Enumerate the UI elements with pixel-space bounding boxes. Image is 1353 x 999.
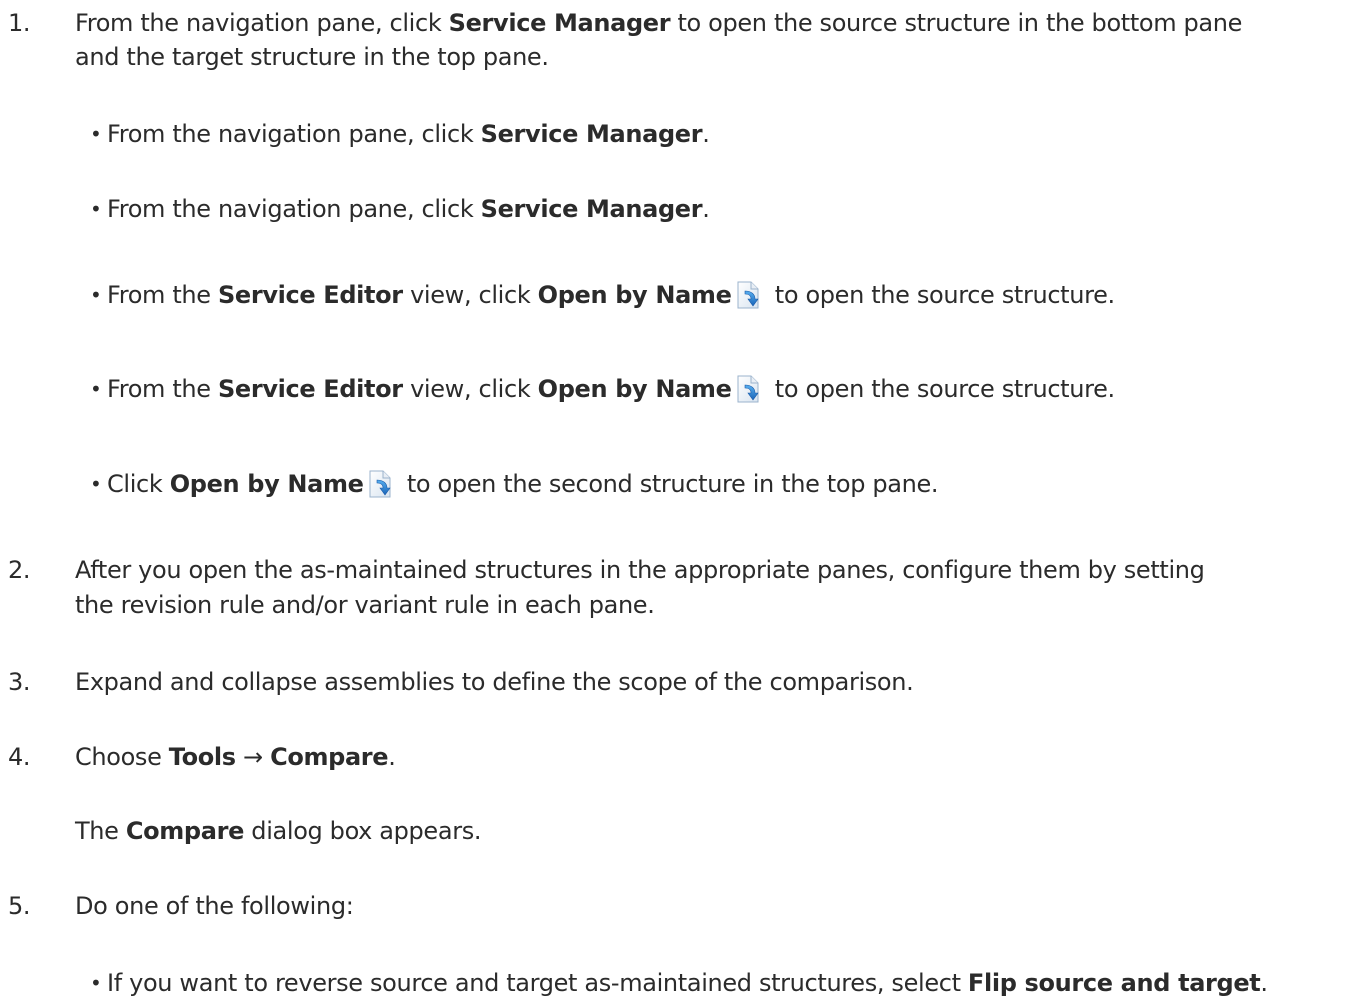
step-result: The Compare dialog box appears. [75,817,482,845]
list-item: From the navigation pane, click Service … [107,195,710,223]
open-by-name-icon [366,469,396,499]
step-number: 3. [8,668,31,696]
bullet-marker: • [90,122,102,146]
step-text: Expand and collapse assemblies to define… [75,668,914,696]
list-item: From the Service Editor view, click Open… [107,374,1115,404]
open-by-name-icon [734,280,764,310]
step-number: 1. [8,9,31,37]
step-text: From the navigation pane, click Service … [75,9,1243,37]
step-text: and the target structure in the top pane… [75,43,549,71]
bullet-marker: • [90,377,102,401]
step-number: 2. [8,556,31,584]
step-number: 4. [8,743,31,771]
step-text: After you open the as-maintained structu… [75,556,1205,584]
bullet-marker: • [90,197,102,221]
list-item: Click Open by Name to open the second st… [107,469,939,499]
list-item: From the navigation pane, click Service … [107,120,710,148]
step-text: Do one of the following: [75,892,354,920]
bullet-marker: • [90,283,102,307]
list-item: From the Service Editor view, click Open… [107,280,1115,310]
bullet-marker: • [90,472,102,496]
open-by-name-icon [734,374,764,404]
bullet-marker: • [90,971,102,995]
list-item: If you want to reverse source and target… [107,969,1268,997]
step-text: the revision rule and/or variant rule in… [75,591,655,619]
step-text: Choose Tools → Compare. [75,743,396,771]
step-number: 5. [8,892,31,920]
